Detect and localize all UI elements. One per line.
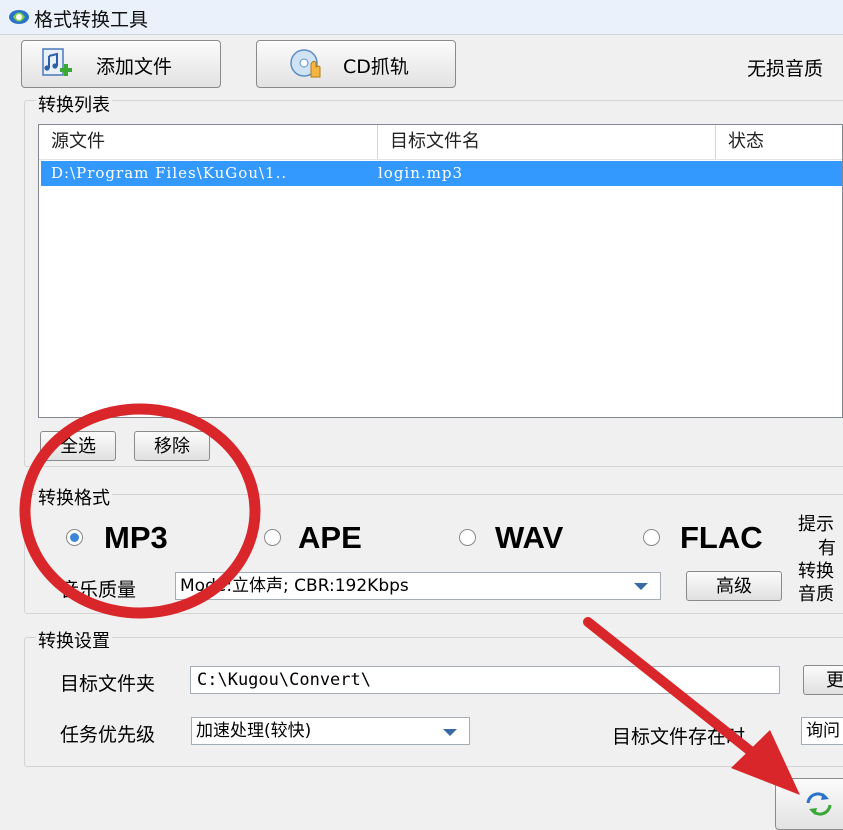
quality-select-value: Mode:立体声; CBR:192Kbps (180, 576, 409, 596)
chevron-down-icon[interactable] (443, 729, 457, 736)
add-file-icon (42, 48, 72, 76)
quality-label: 音乐质量 (60, 579, 137, 601)
format-label-flac[interactable]: FLAC (680, 520, 763, 556)
remove-button[interactable]: 移除 (134, 431, 210, 461)
conversion-list-title: 转换列表 (36, 91, 112, 117)
chevron-down-icon[interactable] (634, 583, 648, 590)
priority-select[interactable]: 加速处理(较快) (191, 717, 470, 745)
column-header-source[interactable]: 源文件 (39, 125, 378, 159)
column-header-target[interactable]: 目标文件名 (378, 125, 716, 159)
format-label-ape[interactable]: APE (298, 520, 362, 556)
file-exists-select-value: 询问 (806, 721, 840, 741)
change-folder-button[interactable]: 更 (803, 665, 843, 695)
format-label-wav[interactable]: WAV (495, 520, 563, 556)
table-row[interactable]: D:\Program Files\KuGou\1.. login.mp3 (41, 161, 842, 186)
lossless-label[interactable]: 无损音质 (747, 54, 823, 81)
convert-icon (806, 792, 832, 816)
add-files-button[interactable]: 添加文件 (21, 40, 221, 88)
radio-wav[interactable] (459, 529, 476, 546)
row-target-cell: login.mp3 (378, 164, 464, 182)
header-divider (39, 159, 842, 160)
convert-button[interactable] (775, 778, 843, 830)
select-all-button[interactable]: 全选 (40, 431, 116, 461)
add-files-label: 添加文件 (96, 56, 173, 78)
priority-label: 任务优先级 (60, 724, 156, 746)
hint-line-1: 提示 (798, 514, 834, 535)
cd-rip-label: CD抓轨 (343, 56, 409, 78)
column-header-status[interactable]: 状态 (716, 125, 842, 159)
target-folder-input[interactable]: C:\Kugou\Convert\ (190, 666, 780, 694)
window-title: 格式转换工具 (34, 9, 149, 31)
radio-flac[interactable] (643, 529, 660, 546)
app-logo-icon (9, 10, 29, 24)
priority-select-value: 加速处理(较快) (196, 721, 312, 741)
cd-rip-button[interactable]: CD抓轨 (256, 40, 456, 88)
radio-ape[interactable] (264, 529, 281, 546)
file-exists-select[interactable]: 询问 (801, 717, 843, 745)
quality-select[interactable]: Mode:立体声; CBR:192Kbps (175, 572, 661, 600)
file-exists-label: 目标文件存在时 (612, 726, 746, 748)
hint-line-4: 音质 (798, 584, 834, 605)
conversion-settings-title: 转换设置 (36, 627, 112, 653)
file-list[interactable]: 源文件 目标文件名 状态 D:\Program Files\KuGou\1.. … (38, 124, 843, 418)
format-label-mp3[interactable]: MP3 (104, 520, 168, 556)
radio-mp3[interactable] (66, 529, 83, 546)
conversion-format-title: 转换格式 (36, 484, 112, 510)
advanced-button[interactable]: 高级 (686, 571, 782, 601)
row-source-cell: D:\Program Files\KuGou\1.. (51, 164, 288, 182)
cd-disc-icon (290, 49, 321, 78)
target-folder-label: 目标文件夹 (60, 673, 156, 695)
